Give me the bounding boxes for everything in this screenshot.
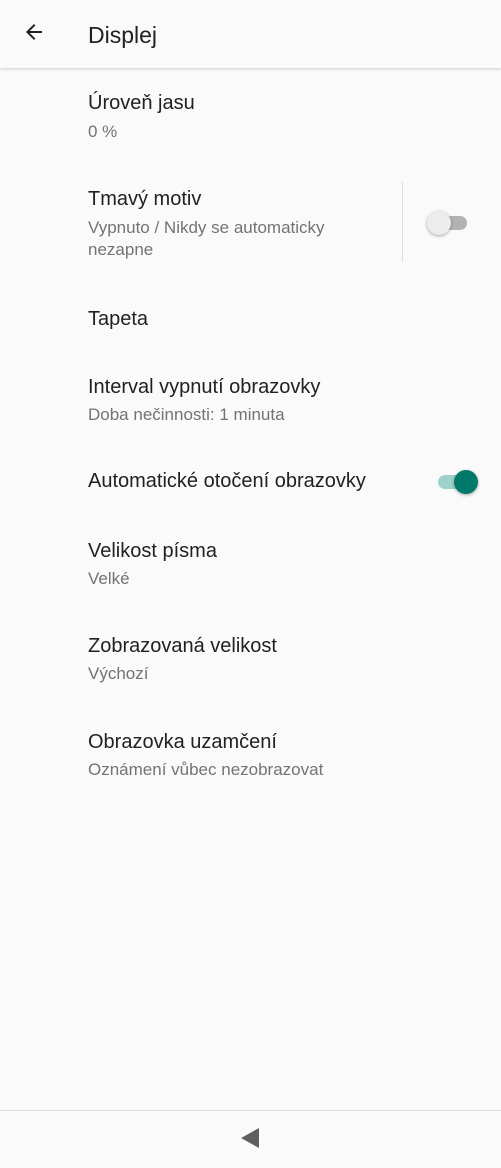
- auto-rotate-item[interactable]: Automatické otočení obrazovky: [0, 448, 501, 516]
- screen-timeout-item[interactable]: Interval vypnutí obrazovky Doba nečinnos…: [0, 352, 501, 448]
- dark-theme-item[interactable]: Tmavý motiv Vypnuto / Nikdy se automatic…: [0, 164, 501, 286]
- nav-back-triangle-icon: [240, 1127, 260, 1154]
- lock-screen-item[interactable]: Obrazovka uzamčení Oznámení vůbec nezobr…: [0, 708, 501, 804]
- dark-theme-title: Tmavý motiv: [88, 188, 202, 210]
- brightness-level-title: Úroveň jasu: [88, 92, 195, 114]
- display-settings-screen: Displej Úroveň jasu 0 % Tmavý motiv Vypn…: [0, 0, 501, 1168]
- dark-theme-switch[interactable]: [427, 210, 471, 236]
- display-size-summary: Výchozí: [88, 664, 149, 683]
- screen-timeout-summary: Doba nečinnosti: 1 minuta: [88, 405, 285, 424]
- auto-rotate-title: Automatické otočení obrazovky: [88, 470, 366, 492]
- display-size-item[interactable]: Zobrazovaná velikost Výchozí: [0, 612, 501, 708]
- wallpaper-title: Tapeta: [88, 308, 149, 330]
- app-bar: Displej: [0, 0, 501, 68]
- dark-theme-switch-thumb: [427, 211, 451, 235]
- lock-screen-title: Obrazovka uzamčení: [88, 731, 277, 753]
- auto-rotate-switch[interactable]: [434, 469, 478, 495]
- screen-timeout-title: Interval vypnutí obrazovky: [88, 376, 321, 398]
- page-title: Displej: [88, 22, 158, 48]
- font-size-title: Velikost písma: [88, 540, 217, 562]
- auto-rotate-switch-thumb: [454, 470, 478, 494]
- dark-theme-summary: Vypnuto / Nikdy se automaticky nezapne: [88, 218, 325, 259]
- brightness-level-summary: 0 %: [88, 122, 118, 141]
- dark-theme-divider: [402, 182, 403, 262]
- brightness-level-item[interactable]: Úroveň jasu 0 %: [0, 68, 501, 164]
- system-navigation-bar: [0, 1110, 501, 1168]
- nav-back-button[interactable]: [236, 1127, 264, 1153]
- back-button[interactable]: [14, 14, 54, 54]
- font-size-item[interactable]: Velikost písma Velké: [0, 516, 501, 612]
- font-size-summary: Velké: [88, 569, 130, 588]
- display-size-title: Zobrazovaná velikost: [88, 635, 277, 657]
- arrow-back-icon: [22, 20, 46, 49]
- lock-screen-summary: Oznámení vůbec nezobrazovat: [88, 760, 324, 779]
- wallpaper-item[interactable]: Tapeta: [0, 286, 501, 352]
